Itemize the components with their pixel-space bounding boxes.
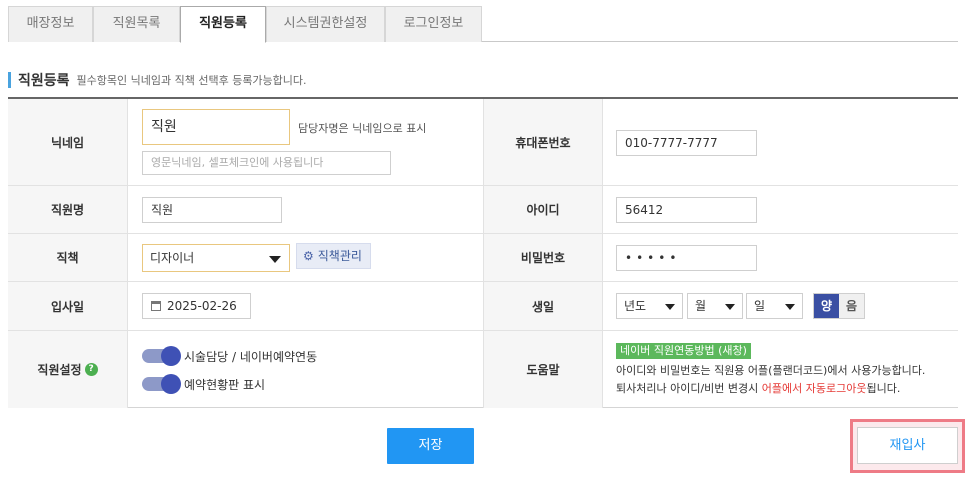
toggle-knob: [161, 346, 181, 366]
section-accent-bar: [8, 72, 11, 88]
hire-date-label: 입사일: [8, 282, 128, 330]
user-id-input[interactable]: 56412: [616, 197, 757, 223]
chevron-down-icon: [665, 304, 675, 310]
birth-day-value: 일: [754, 299, 766, 313]
lunar-option[interactable]: 음: [839, 294, 864, 318]
staff-settings-label: 직원설정?: [8, 331, 128, 408]
position-manage-label: 직책관리: [317, 249, 362, 263]
nickname-label: 닉네임: [8, 99, 128, 185]
toggle-naver-reservation-label: 시술담당 / 네이버예약연동: [184, 350, 318, 364]
staff-settings-label-text: 직원설정: [37, 363, 82, 377]
nickname-input[interactable]: 직원: [142, 109, 290, 145]
gear-icon: ⚙: [303, 249, 314, 263]
tab-login-info[interactable]: 로그인정보: [385, 6, 482, 42]
nickname-hint: 담당자명은 닉네임으로 표시: [298, 122, 427, 135]
birth-year-value: 년도: [624, 299, 647, 313]
rehire-button[interactable]: 재입사: [857, 427, 958, 464]
chevron-down-icon: [269, 256, 281, 263]
phone-input[interactable]: 010-7777-7777: [616, 130, 757, 156]
tab-store-info[interactable]: 매장정보: [8, 6, 93, 42]
birthday-label: 생일: [483, 282, 603, 330]
help-line-2-suffix: 됩니다.: [866, 382, 901, 395]
position-select[interactable]: 디자이너: [142, 244, 290, 272]
help-line-2: 퇴사처리나 아이디/비번 변경시 어플에서 자동로그아웃됩니다.: [616, 380, 900, 396]
password-label: 비밀번호: [483, 234, 603, 281]
chevron-down-icon: [725, 304, 735, 310]
calendar-icon: [151, 301, 161, 311]
position-select-value: 디자이너: [150, 251, 195, 265]
solar-option[interactable]: 양: [814, 294, 839, 318]
hire-date-input[interactable]: 2025-02-26: [142, 293, 251, 319]
help-circle-icon[interactable]: ?: [84, 363, 98, 376]
tab-staff-list[interactable]: 직원목록: [93, 6, 180, 42]
section-title: 직원등록: [18, 73, 70, 89]
naver-link-badge[interactable]: 네이버 직원연동방법 (새창): [616, 343, 751, 359]
save-button[interactable]: 저장: [387, 428, 474, 464]
phone-label: 휴대폰번호: [483, 99, 603, 185]
tab-staff-register[interactable]: 직원등록: [180, 6, 266, 43]
chevron-down-icon: [785, 304, 795, 310]
toggle-naver-reservation[interactable]: [142, 346, 181, 366]
birth-month-value: 월: [695, 299, 707, 313]
form-row-nickname: 닉네임 직원 담당자명은 닉네임으로 표시 영문닉네임, 셀프체크인에 사용됩니…: [8, 99, 958, 186]
birth-month-select[interactable]: 월: [687, 293, 743, 319]
position-label: 직책: [8, 234, 128, 281]
form-row-settings: 직원설정? 시술담당 / 네이버예약연동 예약현황판 표시 도움말 네이버 직원…: [8, 331, 958, 408]
user-id-label: 아이디: [483, 186, 603, 233]
section-header: 직원등록 필수항목인 닉네임과 직책 선택후 등록가능합니다.: [8, 70, 307, 90]
help-label: 도움말: [483, 331, 603, 408]
toggle-reservation-board-label: 예약현황판 표시: [184, 378, 266, 392]
hire-date-value: 2025-02-26: [167, 299, 237, 313]
solar-lunar-toggle: 양 음: [813, 293, 865, 319]
help-line-2-prefix: 퇴사처리나 아이디/비번 변경시: [616, 382, 762, 395]
position-manage-button[interactable]: ⚙ 직책관리: [296, 243, 371, 269]
form-row-name: 직원명 직원 아이디 56412: [8, 186, 958, 234]
section-note: 필수항목인 닉네임과 직책 선택후 등록가능합니다.: [76, 74, 307, 87]
form-row-hire-date: 입사일 2025-02-26 생일 년도 월 일 양 음: [8, 282, 958, 331]
name-label: 직원명: [8, 186, 128, 233]
form-row-position: 직책 디자이너 ⚙ 직책관리 비밀번호 •••••: [8, 234, 958, 282]
toggle-knob: [161, 374, 181, 394]
name-input[interactable]: 직원: [142, 197, 282, 223]
help-line-2-warning: 어플에서 자동로그아웃: [761, 382, 867, 395]
toggle-reservation-board[interactable]: [142, 374, 181, 394]
tab-bar: 매장정보 직원목록 직원등록 시스템권한설정 로그인정보: [8, 6, 958, 43]
tab-system-permission[interactable]: 시스템권한설정: [266, 6, 385, 42]
password-input[interactable]: •••••: [616, 245, 757, 271]
birth-day-select[interactable]: 일: [746, 293, 803, 319]
birth-year-select[interactable]: 년도: [616, 293, 683, 319]
english-nickname-input[interactable]: 영문닉네임, 셀프체크인에 사용됩니다: [142, 151, 391, 175]
staff-form: 닉네임 직원 담당자명은 닉네임으로 표시 영문닉네임, 셀프체크인에 사용됩니…: [8, 97, 958, 408]
help-line-1: 아이디와 비밀번호는 직원용 어플(플랜더코드)에서 사용가능합니다.: [616, 364, 926, 377]
